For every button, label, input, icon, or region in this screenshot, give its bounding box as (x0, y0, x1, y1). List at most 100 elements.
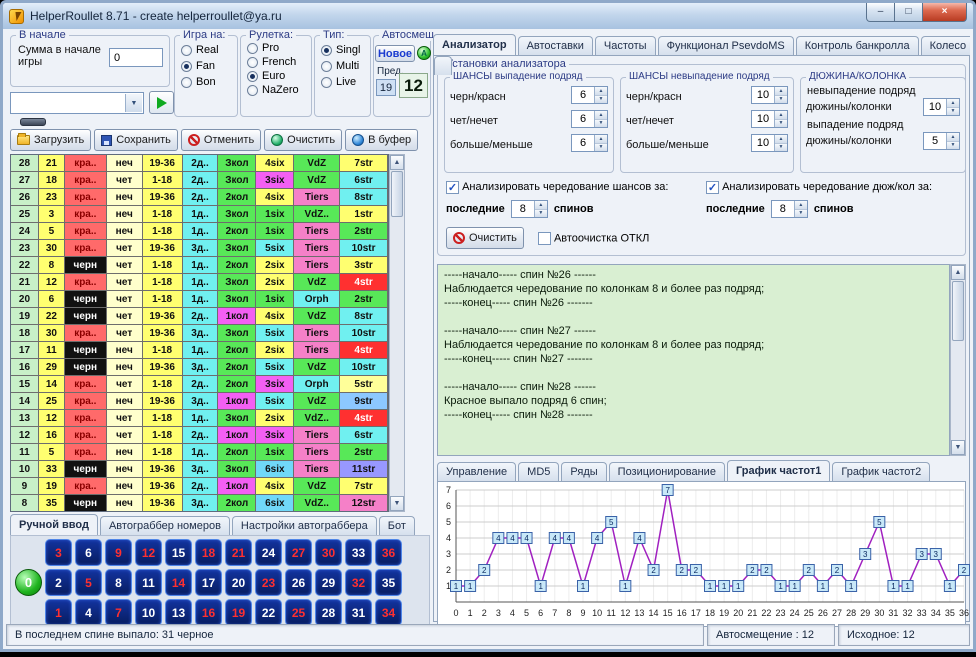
table-cell[interactable]: 23 (11, 240, 39, 257)
table-cell[interactable]: 3six (256, 376, 294, 393)
table-cell[interactable]: кра.. (65, 444, 107, 461)
spinner-down-icon[interactable]: ▼ (595, 144, 607, 152)
tab-freq-chart1[interactable]: График частот1 (727, 460, 830, 481)
scroll-up-icon[interactable]: ▲ (390, 155, 404, 170)
table-cell[interactable]: 3str (340, 257, 388, 274)
table-cell[interactable]: неч (107, 478, 143, 495)
scroll-thumb[interactable] (952, 281, 964, 341)
table-cell[interactable]: 12str (340, 495, 388, 512)
load-button[interactable]: Загрузить (10, 129, 91, 151)
board-cell[interactable]: 16 (195, 599, 222, 626)
table-cell[interactable]: 5 (39, 444, 65, 461)
table-cell[interactable]: Orph (294, 291, 340, 308)
table-row[interactable]: 1830кра..чет19-363д..Зкол5sixTiers10str (11, 325, 388, 342)
tab-frequencies[interactable]: Частоты (595, 36, 656, 55)
table-cell[interactable]: 2д.. (183, 427, 219, 444)
table-cell[interactable]: 30 (39, 325, 65, 342)
table-cell[interactable]: 19 (11, 308, 39, 325)
analyzer-log[interactable]: -----начало----- спин №26 ------ Наблюда… (437, 264, 950, 456)
board-cell[interactable]: 25 (285, 599, 312, 626)
table-cell[interactable]: 2кол (218, 444, 256, 461)
spinner-up-icon[interactable]: ▲ (535, 201, 547, 210)
board-cell[interactable]: 33 (345, 539, 372, 566)
table-cell[interactable]: кра.. (65, 427, 107, 444)
table-cell[interactable]: 19-36 (143, 155, 183, 172)
spinner-up-icon[interactable]: ▲ (947, 99, 959, 108)
spinner-down-icon[interactable]: ▼ (595, 96, 607, 104)
table-cell[interactable]: неч (107, 461, 143, 478)
table-row[interactable]: 2718кра..чет1-182д..Зкол3sixVdZ6str (11, 172, 388, 189)
table-cell[interactable]: черн (65, 495, 107, 512)
table-cell[interactable]: 11str (340, 461, 388, 478)
spinner-value[interactable]: 6 (572, 87, 594, 103)
board-cell[interactable]: 9 (105, 539, 132, 566)
tab-autograbber-settings[interactable]: Настройки автограббера (232, 516, 377, 535)
table-cell[interactable]: 5six (256, 240, 294, 257)
table-cell[interactable]: Tiers (294, 189, 340, 206)
table-cell[interactable]: неч (107, 206, 143, 223)
table-cell[interactable]: чет (107, 240, 143, 257)
board-cell[interactable]: 12 (135, 539, 162, 566)
spinner-up-icon[interactable]: ▲ (795, 201, 807, 210)
new-autoshift-button[interactable]: Новое (375, 45, 415, 62)
table-cell[interactable]: 1д.. (183, 444, 219, 461)
table-cell[interactable]: 2кол (218, 376, 256, 393)
spinner-down-icon[interactable]: ▼ (947, 108, 959, 116)
table-row[interactable]: 2112кра..чет1-181д..Зкол2sixVdZ4str (11, 274, 388, 291)
table-cell[interactable]: 4six (256, 189, 294, 206)
table-cell[interactable]: 18 (11, 325, 39, 342)
table-cell[interactable]: Зкол (218, 461, 256, 478)
table-cell[interactable]: 2д.. (183, 478, 219, 495)
spinner-up-icon[interactable]: ▲ (595, 111, 607, 120)
table-cell[interactable]: неч (107, 342, 143, 359)
table-cell[interactable]: Зкол (218, 291, 256, 308)
board-cell[interactable]: 6 (75, 539, 102, 566)
table-cell[interactable]: VdZ (294, 308, 340, 325)
table-row[interactable]: 1711черннеч1-181д..2кол2sixTiers4str (11, 342, 388, 359)
table-cell[interactable]: 1-18 (143, 427, 183, 444)
table-cell[interactable]: 5six (256, 393, 294, 410)
table-cell[interactable]: 2six (256, 257, 294, 274)
table-cell[interactable]: 5six (256, 359, 294, 376)
minimize-button[interactable]: – (866, 3, 895, 22)
board-cell[interactable]: 26 (285, 569, 312, 596)
board-cell[interactable]: 32 (345, 569, 372, 596)
table-row[interactable]: 1922чернчет19-362д..1кол4sixVdZ8str (11, 308, 388, 325)
table-cell[interactable]: 19 (39, 478, 65, 495)
board-cell[interactable]: 22 (255, 599, 282, 626)
table-cell[interactable]: 12 (39, 410, 65, 427)
table-cell[interactable]: VdZ (294, 274, 340, 291)
board-cell-zero[interactable]: 0 (15, 569, 42, 596)
spinner-value[interactable]: 10 (752, 111, 774, 127)
radio-roulette-pro[interactable]: Pro (247, 42, 311, 54)
board-cell[interactable]: 23 (255, 569, 282, 596)
table-cell[interactable]: 2six (256, 410, 294, 427)
board-cell[interactable]: 18 (195, 539, 222, 566)
board-cell[interactable]: 17 (195, 569, 222, 596)
table-cell[interactable]: чет (107, 308, 143, 325)
table-cell[interactable]: 1кол (218, 427, 256, 444)
clear-button[interactable]: Очистить (264, 129, 342, 151)
table-cell[interactable]: VdZ (294, 172, 340, 189)
table-cell[interactable]: Tiers (294, 342, 340, 359)
table-cell[interactable]: 2str (340, 223, 388, 240)
table-cell[interactable]: 2кол (218, 223, 256, 240)
table-cell[interactable]: 11 (39, 342, 65, 359)
tab-positioning[interactable]: Позиционирование (609, 462, 725, 481)
table-cell[interactable]: 2д.. (183, 189, 219, 206)
table-cell[interactable]: Зкол (218, 274, 256, 291)
tab-psevdoms[interactable]: Функционал PsevdoMS (658, 36, 794, 55)
scroll-up-icon[interactable]: ▲ (951, 265, 965, 280)
table-cell[interactable]: 3д.. (183, 325, 219, 342)
table-cell[interactable]: чет (107, 172, 143, 189)
table-cell[interactable]: 19-36 (143, 189, 183, 206)
board-cell[interactable]: 28 (315, 599, 342, 626)
radio-type-live[interactable]: Live (321, 76, 370, 88)
table-cell[interactable]: 1д.. (183, 257, 219, 274)
table-cell[interactable]: кра.. (65, 325, 107, 342)
table-cell[interactable]: Зкол (218, 240, 256, 257)
spinner-value[interactable]: 8 (772, 201, 794, 217)
table-cell[interactable]: кра.. (65, 393, 107, 410)
table-cell[interactable]: VdZ.. (294, 410, 340, 427)
table-cell[interactable]: 1кол (218, 308, 256, 325)
